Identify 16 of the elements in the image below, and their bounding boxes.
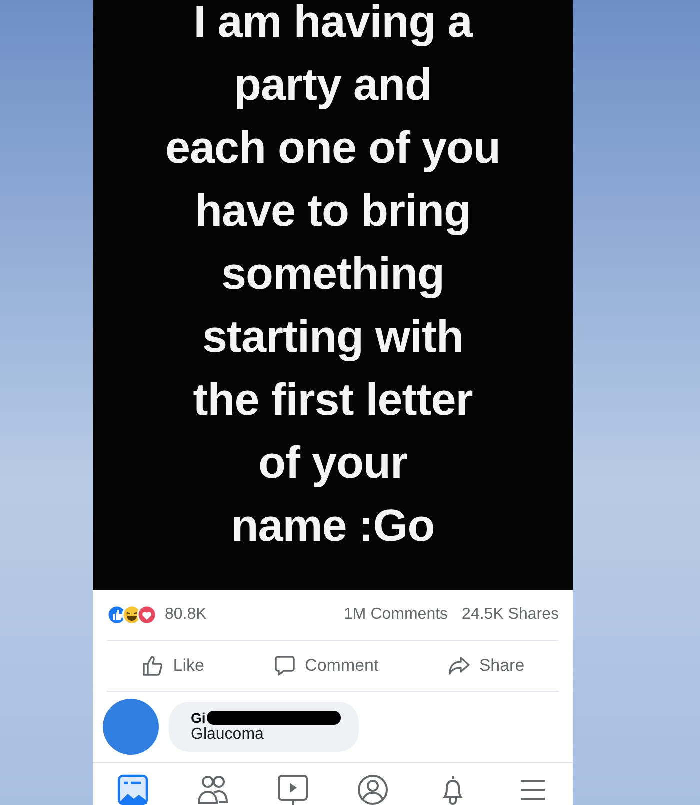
news-feed-icon[interactable] bbox=[116, 773, 150, 805]
share-count[interactable]: 24.5K Shares bbox=[462, 606, 559, 624]
profile-icon[interactable] bbox=[356, 773, 390, 805]
like-button[interactable]: Like bbox=[131, 641, 214, 691]
comment-author[interactable]: Gi bbox=[191, 710, 206, 726]
speech-bubble-icon bbox=[273, 654, 298, 678]
comment-count[interactable]: 1M Comments bbox=[344, 606, 448, 624]
comment-text: Glaucoma bbox=[191, 726, 265, 744]
comment-button[interactable]: Comment bbox=[263, 641, 389, 691]
post-text: I am having a party and each one of you have to bring something starting with the first letter of your name :Go bbox=[165, 0, 501, 553]
video-icon[interactable] bbox=[276, 773, 310, 805]
share-button[interactable]: Share bbox=[437, 641, 535, 691]
thumbs-up-icon bbox=[141, 654, 166, 678]
reaction-count[interactable]: 80.8K bbox=[165, 606, 207, 624]
share-arrow-icon bbox=[447, 654, 472, 678]
friends-icon[interactable] bbox=[196, 773, 230, 805]
